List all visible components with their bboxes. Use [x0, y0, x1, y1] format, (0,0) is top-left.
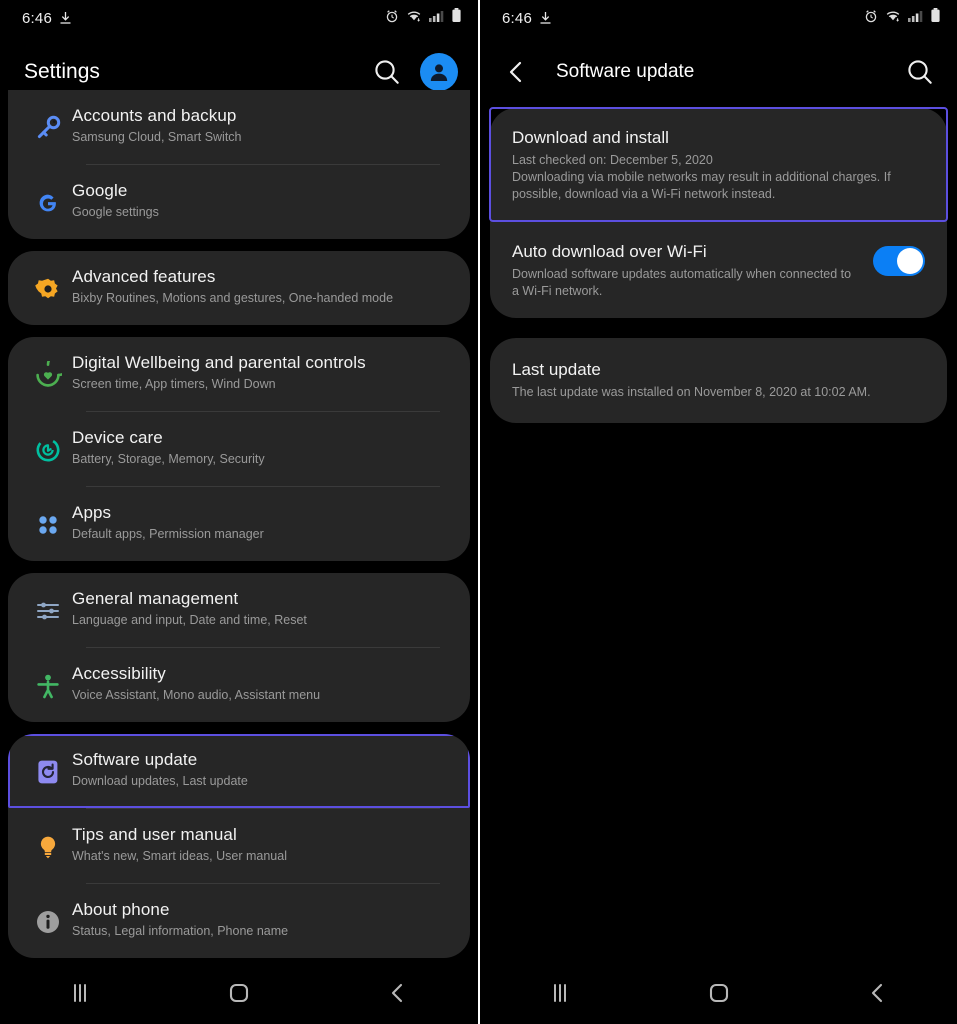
row-subtitle-2: Downloading via mobile networks may resu…	[512, 170, 891, 201]
status-icons	[385, 8, 462, 28]
auto-download-over-wifi-row[interactable]: Auto download over Wi-Fi Download softwa…	[490, 222, 947, 318]
settings-group: Software update Download updates, Last u…	[8, 734, 470, 958]
item-title: Digital Wellbeing and parental controls	[72, 353, 366, 372]
alarm-icon	[864, 9, 878, 28]
status-bar-left: 6:46	[0, 0, 478, 36]
sidebar-item-general-management[interactable]: General management Language and input, D…	[8, 573, 470, 647]
device-care-icon	[24, 428, 72, 472]
status-time: 6:46	[502, 9, 532, 27]
wifi-icon	[406, 9, 422, 28]
toggle-knob	[897, 248, 923, 274]
sidebar-item-digital-wellbeing[interactable]: Digital Wellbeing and parental controls …	[8, 337, 470, 411]
accessibility-icon	[24, 664, 72, 708]
battery-icon	[930, 8, 941, 28]
item-title: Accessibility	[72, 664, 166, 683]
row-title: Last update	[512, 360, 601, 379]
item-title: Apps	[72, 503, 112, 522]
item-subtitle: Default apps, Permission manager	[72, 527, 264, 541]
sidebar-item-advanced-features[interactable]: Advanced features Bixby Routines, Motion…	[8, 251, 470, 325]
settings-group: General management Language and input, D…	[8, 573, 470, 722]
advanced-features-icon	[24, 267, 72, 311]
update-card: Download and install Last checked on: De…	[489, 107, 948, 318]
back-arrow-icon[interactable]	[504, 57, 534, 87]
item-subtitle: Voice Assistant, Mono audio, Assistant m…	[72, 688, 321, 702]
sidebar-item-device-care[interactable]: Device care Battery, Storage, Memory, Se…	[8, 412, 470, 486]
search-icon[interactable]	[903, 55, 937, 89]
sidebar-item-google[interactable]: Google Google settings	[8, 165, 470, 239]
sidebar-item-software-update[interactable]: Software update Download updates, Last u…	[8, 734, 470, 808]
alarm-icon	[385, 9, 399, 28]
recents-icon[interactable]	[45, 970, 115, 1016]
item-subtitle: Google settings	[72, 205, 159, 219]
item-title: Advanced features	[72, 267, 216, 286]
wifi-icon	[885, 9, 901, 28]
download-icon	[539, 11, 552, 25]
app-bar-software-update: Software update	[480, 36, 957, 108]
back-icon[interactable]	[843, 970, 913, 1016]
navigation-bar-right	[480, 962, 957, 1024]
left-phone-screen: 6:46 Settings Accounts and backup Samsun…	[0, 0, 478, 1024]
last-update-row[interactable]: Last update The last update was installe…	[490, 338, 947, 423]
sidebar-item-accessibility[interactable]: Accessibility Voice Assistant, Mono audi…	[8, 648, 470, 722]
download-icon	[59, 11, 72, 25]
item-subtitle: Bixby Routines, Motions and gestures, On…	[72, 291, 394, 305]
apps-icon	[24, 503, 72, 547]
software-update-list: Download and install Last checked on: De…	[480, 107, 957, 423]
item-subtitle: Samsung Cloud, Smart Switch	[72, 130, 242, 144]
tips-icon	[24, 825, 72, 869]
row-subtitle: The last update was installed on Novembe…	[512, 385, 871, 399]
item-title: General management	[72, 589, 239, 608]
search-icon[interactable]	[370, 55, 404, 89]
home-icon[interactable]	[204, 970, 274, 1016]
item-subtitle: Language and input, Date and time, Reset	[72, 613, 307, 627]
general-management-icon	[24, 589, 72, 633]
row-title: Auto download over Wi-Fi	[512, 242, 707, 261]
page-title: Software update	[556, 61, 695, 82]
signal-icon	[908, 9, 923, 28]
key-icon	[24, 106, 72, 150]
item-title: Accounts and backup	[72, 106, 237, 125]
settings-group: Digital Wellbeing and parental controls …	[8, 337, 470, 561]
item-subtitle: Screen time, App timers, Wind Down	[72, 377, 276, 391]
item-title: Software update	[72, 750, 198, 769]
item-title: Google	[72, 181, 128, 200]
item-subtitle: Download updates, Last update	[72, 774, 248, 788]
status-bar-right: 6:46	[480, 0, 957, 36]
google-icon	[24, 181, 72, 225]
sidebar-item-accounts-and-backup[interactable]: Accounts and backup Samsung Cloud, Smart…	[8, 90, 470, 164]
navigation-bar-left	[0, 962, 478, 1024]
row-subtitle: Download software updates automatically …	[512, 267, 852, 298]
last-update-card: Last update The last update was installe…	[490, 338, 947, 423]
settings-list: Accounts and backup Samsung Cloud, Smart…	[0, 90, 478, 958]
signal-icon	[429, 9, 444, 28]
download-and-install-row[interactable]: Download and install Last checked on: De…	[489, 107, 948, 222]
battery-icon	[451, 8, 462, 28]
sidebar-item-about-phone[interactable]: About phone Status, Legal information, P…	[8, 884, 470, 958]
item-subtitle: Status, Legal information, Phone name	[72, 924, 289, 938]
right-phone-screen: 6:46 Software update Download and instal…	[480, 0, 957, 1024]
sidebar-item-apps[interactable]: Apps Default apps, Permission manager	[8, 487, 470, 561]
dual-screenshot: 6:46 Settings Accounts and backup Samsun…	[0, 0, 957, 1024]
about-phone-icon	[24, 900, 72, 944]
recents-icon[interactable]	[525, 970, 595, 1016]
item-subtitle: Battery, Storage, Memory, Security	[72, 452, 265, 466]
item-subtitle: What's new, Smart ideas, User manual	[72, 849, 287, 863]
status-time: 6:46	[22, 9, 52, 27]
account-avatar[interactable]	[420, 53, 458, 91]
page-title: Settings	[24, 60, 100, 83]
settings-group: Accounts and backup Samsung Cloud, Smart…	[8, 90, 470, 239]
home-icon[interactable]	[684, 970, 754, 1016]
sidebar-item-tips-and-user-manual[interactable]: Tips and user manual What's new, Smart i…	[8, 809, 470, 883]
status-icons	[864, 8, 941, 28]
item-title: About phone	[72, 900, 170, 919]
item-title: Tips and user manual	[72, 825, 237, 844]
row-subtitle-1: Last checked on: December 5, 2020	[512, 153, 713, 167]
back-icon[interactable]	[363, 970, 433, 1016]
settings-group: Advanced features Bixby Routines, Motion…	[8, 251, 470, 325]
item-title: Device care	[72, 428, 163, 447]
software-update-icon	[24, 750, 72, 794]
auto-download-toggle[interactable]	[873, 246, 925, 276]
row-title: Download and install	[512, 128, 669, 147]
digital-wellbeing-icon	[24, 353, 72, 397]
